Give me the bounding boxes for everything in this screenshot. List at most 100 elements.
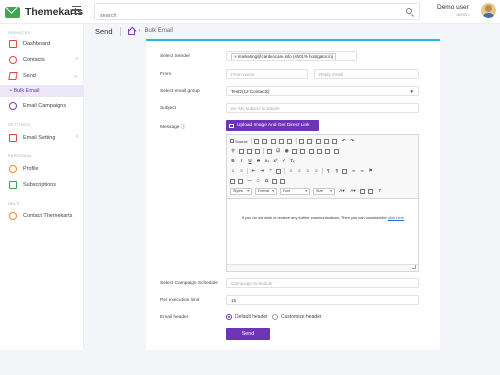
- button-field-icon[interactable]: [317, 148, 323, 154]
- subject-field[interactable]: ex: My subject is simple: [226, 103, 419, 113]
- bulleted-list-icon[interactable]: ≡: [239, 168, 245, 174]
- format-dropdown[interactable]: Format ▾: [255, 187, 277, 195]
- styles-dropdown[interactable]: Styles ▾: [230, 187, 252, 195]
- save-icon[interactable]: [254, 138, 260, 144]
- align-center-icon[interactable]: ≡: [296, 168, 302, 174]
- editor-content[interactable]: If you do not wish to recieve any furthe…: [233, 215, 413, 220]
- sidebar-item-send[interactable]: Send ⌄: [0, 70, 84, 82]
- message-editor[interactable]: Source ↶ ↷ ⚲ ☑ ◉ B I U S x₂ x² ✓ Tₓ ≡ ≡ …: [226, 134, 419, 272]
- execution-limit-field[interactable]: 15: [226, 295, 419, 305]
- user-menu[interactable]: Demo user admin: [437, 4, 469, 17]
- underline-icon[interactable]: U: [247, 158, 253, 164]
- sidebar-item-subscriptions[interactable]: Subscriptions: [0, 179, 84, 191]
- bulk-email-form: Select Sender × marketing@cardencare.inf…: [146, 39, 440, 350]
- paste-icon[interactable]: [315, 138, 321, 144]
- copy-format-icon[interactable]: ✓: [281, 158, 287, 164]
- find-icon[interactable]: ⚲: [230, 148, 236, 154]
- superscript-icon[interactable]: x²: [273, 158, 279, 164]
- templates-icon[interactable]: [287, 138, 293, 144]
- email-group-select[interactable]: Test2(12 Contacts) ▼: [226, 86, 419, 96]
- remove-format-icon[interactable]: Tₓ: [290, 158, 296, 164]
- select-all-icon[interactable]: [246, 148, 252, 154]
- menu-toggle-icon[interactable]: [72, 6, 81, 14]
- hidden-field-icon[interactable]: [333, 148, 339, 154]
- sender-tag[interactable]: × marketing@cardencare.info (sh01% hostg…: [231, 53, 337, 60]
- insert-image-icon[interactable]: [230, 178, 235, 184]
- sidebar-item-contacts[interactable]: Contacts ‹: [0, 54, 84, 66]
- ltr-icon[interactable]: ¶: [325, 168, 331, 174]
- text-color-icon[interactable]: A▾: [338, 188, 346, 194]
- select-field-icon[interactable]: [308, 148, 314, 154]
- form-icon[interactable]: [266, 148, 272, 154]
- send-button[interactable]: Send: [226, 328, 270, 340]
- font-dropdown[interactable]: Font ▾: [280, 187, 310, 195]
- help-icon[interactable]: ?: [377, 188, 383, 194]
- bold-icon[interactable]: B: [230, 158, 236, 164]
- sender-select[interactable]: × marketing@cardencare.info (sh01% hostg…: [226, 51, 357, 61]
- preview-icon[interactable]: [270, 138, 276, 144]
- copy-icon[interactable]: [307, 138, 313, 144]
- print-icon[interactable]: [279, 138, 285, 144]
- iframe-icon[interactable]: [280, 178, 286, 184]
- cut-icon[interactable]: [299, 138, 305, 144]
- page-break-icon[interactable]: [272, 178, 278, 184]
- outdent-icon[interactable]: ⇤: [251, 168, 257, 174]
- paste-text-icon[interactable]: [324, 138, 330, 144]
- sidebar-item-profile[interactable]: Profile: [0, 163, 84, 175]
- spellcheck-icon[interactable]: [255, 148, 261, 154]
- rtl-icon[interactable]: ¶: [334, 168, 340, 174]
- align-right-icon[interactable]: ≡: [305, 168, 311, 174]
- new-page-icon[interactable]: [262, 138, 268, 144]
- replace-icon[interactable]: [238, 148, 244, 154]
- numbered-list-icon[interactable]: ≡: [230, 168, 236, 174]
- from-name-field[interactable]: From name: [226, 69, 308, 79]
- textarea-icon[interactable]: [300, 148, 306, 154]
- size-dropdown[interactable]: Size ▾: [313, 187, 335, 195]
- align-left-icon[interactable]: ≡: [288, 168, 294, 174]
- upload-image-button[interactable]: Upload Image And Get Direct Link: [226, 120, 319, 131]
- sidebar-item-label: Dashboard: [23, 41, 50, 47]
- breadcrumb-divider: [119, 26, 121, 36]
- justify-icon[interactable]: ≡: [313, 168, 319, 174]
- subscript-icon[interactable]: x₂: [264, 158, 270, 164]
- home-icon[interactable]: [127, 29, 135, 35]
- search-icon[interactable]: [406, 8, 412, 14]
- default-header-radio[interactable]: [226, 314, 232, 320]
- reply-email-field[interactable]: Reply email: [314, 69, 419, 79]
- image-button-icon[interactable]: [325, 148, 331, 154]
- sidebar-item-contact-themekarts[interactable]: Contact Themekarts: [0, 210, 84, 222]
- div-icon[interactable]: [276, 168, 281, 174]
- paste-word-icon[interactable]: [332, 138, 338, 144]
- show-blocks-icon[interactable]: [368, 188, 374, 194]
- blockquote-icon[interactable]: ”: [268, 168, 274, 174]
- sidebar-item-email-campaigns[interactable]: Email Campaigns: [0, 100, 84, 112]
- link-icon[interactable]: ∞: [351, 168, 357, 174]
- campaign-schedule-field[interactable]: Campaign Schedule: [226, 278, 419, 288]
- radio-icon[interactable]: ◉: [284, 148, 290, 154]
- smiley-icon[interactable]: ☺: [255, 178, 261, 184]
- sidebar-item-email-setting[interactable]: Email Setting ‹: [0, 132, 84, 144]
- checkbox-icon[interactable]: ☑: [275, 148, 281, 154]
- table-icon[interactable]: [238, 178, 244, 184]
- special-char-icon[interactable]: Ω: [264, 178, 270, 184]
- undo-icon[interactable]: ↶: [341, 138, 347, 144]
- search-input[interactable]: [95, 8, 395, 24]
- unsubscribe-link[interactable]: click here: [388, 215, 404, 220]
- language-icon[interactable]: [342, 168, 348, 174]
- source-button[interactable]: Source: [230, 139, 248, 144]
- background-color-icon[interactable]: A▾: [349, 188, 357, 194]
- avatar[interactable]: [481, 3, 496, 18]
- maximize-icon[interactable]: [360, 188, 365, 194]
- textfield-icon[interactable]: [292, 148, 298, 154]
- unlink-icon[interactable]: ∞: [359, 168, 365, 174]
- sidebar-item-dashboard[interactable]: Dashboard: [0, 38, 84, 50]
- strikethrough-icon[interactable]: S: [256, 158, 262, 164]
- italic-icon[interactable]: I: [239, 158, 245, 164]
- customize-header-radio[interactable]: [272, 314, 278, 320]
- redo-icon[interactable]: ↷: [349, 138, 355, 144]
- indent-icon[interactable]: ⇥: [259, 168, 265, 174]
- anchor-icon[interactable]: ⚑: [368, 168, 374, 174]
- sidebar-item-bulk-email[interactable]: • Bulk Email: [0, 85, 84, 97]
- horizontal-line-icon[interactable]: ―: [247, 178, 253, 184]
- resize-grip-icon[interactable]: [412, 265, 416, 269]
